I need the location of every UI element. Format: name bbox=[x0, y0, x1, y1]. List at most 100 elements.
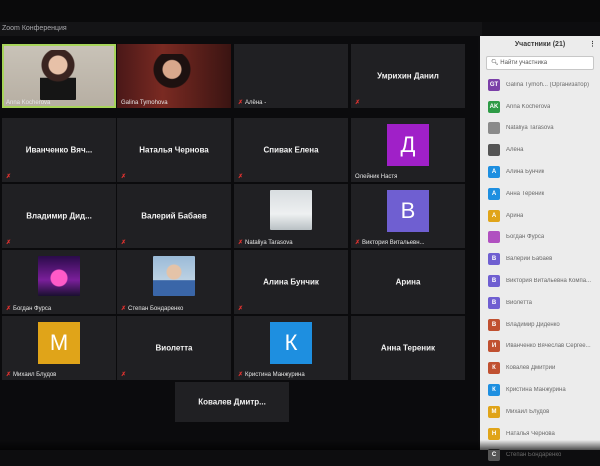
participant-list-item[interactable]: А Арина bbox=[480, 205, 600, 227]
participant-name: Алина Бунчик bbox=[263, 277, 319, 287]
participant-list-item[interactable]: Богдан Фурса bbox=[480, 227, 600, 249]
participant-tile[interactable]: ✗ Степан Бондаренко bbox=[117, 250, 231, 314]
participant-name: Владимир Дид... bbox=[26, 211, 92, 221]
participant-tile[interactable]: ✗ Алёна - bbox=[234, 44, 348, 108]
participant-tile[interactable]: Спивак Елена ✗ bbox=[234, 118, 348, 182]
mic-muted-icon: ✗ bbox=[6, 372, 12, 378]
participant-list-name: Алёна bbox=[506, 147, 524, 154]
mic-muted-icon: ✗ bbox=[6, 240, 12, 246]
screen-top-bezel bbox=[0, 0, 600, 22]
participant-search-input[interactable]: 🔍︎ Найти участника bbox=[486, 56, 594, 70]
participant-tile[interactable]: Galina Tymohova bbox=[117, 44, 231, 108]
participant-tile[interactable]: ✗ Богдан Фурса bbox=[2, 250, 116, 314]
participant-avatar bbox=[488, 122, 500, 135]
participant-list-item[interactable]: И Иванченко Вячеслав Сергее... bbox=[480, 336, 600, 358]
tile-footer: ✗ bbox=[121, 173, 126, 180]
participant-list-item[interactable]: Nataliya Tarasova bbox=[480, 118, 600, 140]
participant-avatar: А bbox=[488, 209, 500, 222]
participant-label: Алёна - bbox=[245, 99, 267, 106]
tile-footer: ✗ Михаил Блудов bbox=[6, 371, 57, 379]
participant-tile[interactable]: Умрихин Данил ✗ bbox=[351, 44, 465, 108]
profile-photo bbox=[38, 256, 80, 296]
participants-header: Участники (21) ⋮ bbox=[480, 36, 600, 54]
participant-list-item[interactable]: В Владимир Диденко bbox=[480, 314, 600, 336]
participant-list-item[interactable]: А Анна Тереник bbox=[480, 183, 600, 205]
mic-muted-icon: ✗ bbox=[6, 306, 12, 312]
participant-tile[interactable]: Валерий Бабаев ✗ bbox=[117, 184, 231, 248]
participant-avatar: GT bbox=[488, 78, 500, 91]
participant-list-name: Виолетта bbox=[506, 299, 532, 306]
participant-list-item[interactable]: Алёна bbox=[480, 139, 600, 161]
participant-list-item[interactable]: К Кристина Манжурина bbox=[480, 379, 600, 401]
participant-list-item[interactable]: В Виктория Витальевна Компа... bbox=[480, 270, 600, 292]
participant-video bbox=[40, 50, 76, 100]
participant-list-item[interactable]: AK Anna Kocherova bbox=[480, 96, 600, 118]
participant-avatar: М bbox=[488, 405, 500, 418]
participant-list-item[interactable]: В Виолетта bbox=[480, 292, 600, 314]
participant-label: Nataliya Tarasova bbox=[245, 239, 293, 246]
participant-list-name: Анна Тереник bbox=[506, 190, 545, 197]
mic-muted-icon: ✗ bbox=[238, 240, 244, 246]
mic-muted-icon: ✗ bbox=[355, 100, 361, 106]
participant-tile[interactable]: М ✗ Михаил Блудов bbox=[2, 316, 116, 380]
mic-muted-icon: ✗ bbox=[121, 174, 127, 180]
participant-name: Наталья Чернова bbox=[139, 145, 209, 155]
panel-options-icon[interactable]: ⋮ bbox=[589, 36, 596, 54]
participant-avatar: А bbox=[488, 166, 500, 179]
participant-tile[interactable]: ✗ Nataliya Tarasova bbox=[234, 184, 348, 248]
participant-avatar: В bbox=[488, 296, 500, 309]
participant-tile[interactable]: Алина Бунчик ✗ bbox=[234, 250, 348, 314]
participant-avatar bbox=[488, 144, 500, 157]
tile-footer: ✗ Алёна - bbox=[238, 99, 267, 107]
participant-tile[interactable]: В ✗ Виктория Витальевн... bbox=[351, 184, 465, 248]
participant-tile[interactable]: Арина bbox=[351, 250, 465, 314]
tile-footer: ✗ bbox=[238, 305, 243, 312]
participant-list-name: Виктория Витальевна Компа... bbox=[506, 278, 592, 285]
participant-label: Виктория Витальевн... bbox=[362, 239, 425, 246]
participant-tile[interactable]: Наталья Чернова ✗ bbox=[117, 118, 231, 182]
participant-list-item[interactable]: В Валерий Бабаев bbox=[480, 248, 600, 270]
participant-tile[interactable]: Д Олейник Настя bbox=[351, 118, 465, 182]
mic-muted-icon: ✗ bbox=[121, 240, 127, 246]
participant-name: Спивак Елена bbox=[263, 145, 319, 155]
participants-panel: Участники (21) ⋮ 🔍︎ Найти участника GT Ga… bbox=[480, 36, 600, 462]
participant-tile[interactable]: К ✗ Кристина Манжурина bbox=[234, 316, 348, 380]
participant-list-item[interactable]: А Алина Бунчик bbox=[480, 161, 600, 183]
participant-avatar: В bbox=[488, 253, 500, 266]
participant-list-name: Михаил Блудов bbox=[506, 408, 550, 415]
mic-muted-icon: ✗ bbox=[238, 372, 244, 378]
participant-tile[interactable]: Виолетта ✗ bbox=[117, 316, 231, 380]
participant-tile[interactable]: Анна Тереник bbox=[351, 316, 465, 380]
profile-photo bbox=[153, 256, 195, 296]
avatar: Д bbox=[387, 124, 429, 166]
participant-avatar bbox=[488, 231, 500, 244]
mic-muted-icon: ✗ bbox=[238, 306, 244, 312]
participant-tile[interactable]: Владимир Дид... ✗ bbox=[2, 184, 116, 248]
participant-label: Михаил Блудов bbox=[13, 371, 57, 378]
tile-footer: ✗ Nataliya Tarasova bbox=[238, 239, 293, 247]
participant-name: Анна Тереник bbox=[380, 343, 436, 353]
participant-list-name: Владимир Диденко bbox=[506, 321, 560, 328]
participant-list-name: Кристина Манжурина bbox=[506, 387, 566, 394]
participant-video bbox=[151, 54, 193, 98]
participant-tile[interactable]: Иванченко Вяч... ✗ bbox=[2, 118, 116, 182]
participant-avatar: В bbox=[488, 318, 500, 331]
tile-footer: ✗ bbox=[355, 99, 360, 106]
participant-list-name: Степан Бондаренко bbox=[506, 452, 562, 459]
participant-label: Богдан Фурса bbox=[13, 305, 52, 312]
tile-footer: ✗ Степан Бондаренко bbox=[121, 305, 183, 313]
participant-list-item[interactable]: GT Galina Tymoh... (Организатор) bbox=[480, 74, 600, 96]
participant-avatar: С bbox=[488, 449, 500, 462]
participant-list-name: Арина bbox=[506, 212, 524, 219]
avatar: К bbox=[270, 322, 312, 364]
participant-label: Олейник Настя bbox=[355, 174, 398, 180]
participant-list-item[interactable]: М Михаил Блудов bbox=[480, 401, 600, 423]
participant-list-item[interactable]: К Ковалев Дмитрий bbox=[480, 357, 600, 379]
participant-tile[interactable]: Ковалев Дмитр... bbox=[175, 382, 289, 422]
participant-list-name: Алина Бунчик bbox=[506, 169, 545, 176]
tile-footer: ✗ Виктория Витальевн... bbox=[355, 239, 425, 247]
participant-tile[interactable]: Anna Kocherova bbox=[2, 44, 116, 108]
video-grid: Anna Kocherova Galina Tymohova ✗ Алёна - Умр… bbox=[0, 36, 478, 450]
tile-footer: ✗ bbox=[6, 173, 11, 180]
participant-label: Anna Kocherova bbox=[6, 100, 51, 106]
